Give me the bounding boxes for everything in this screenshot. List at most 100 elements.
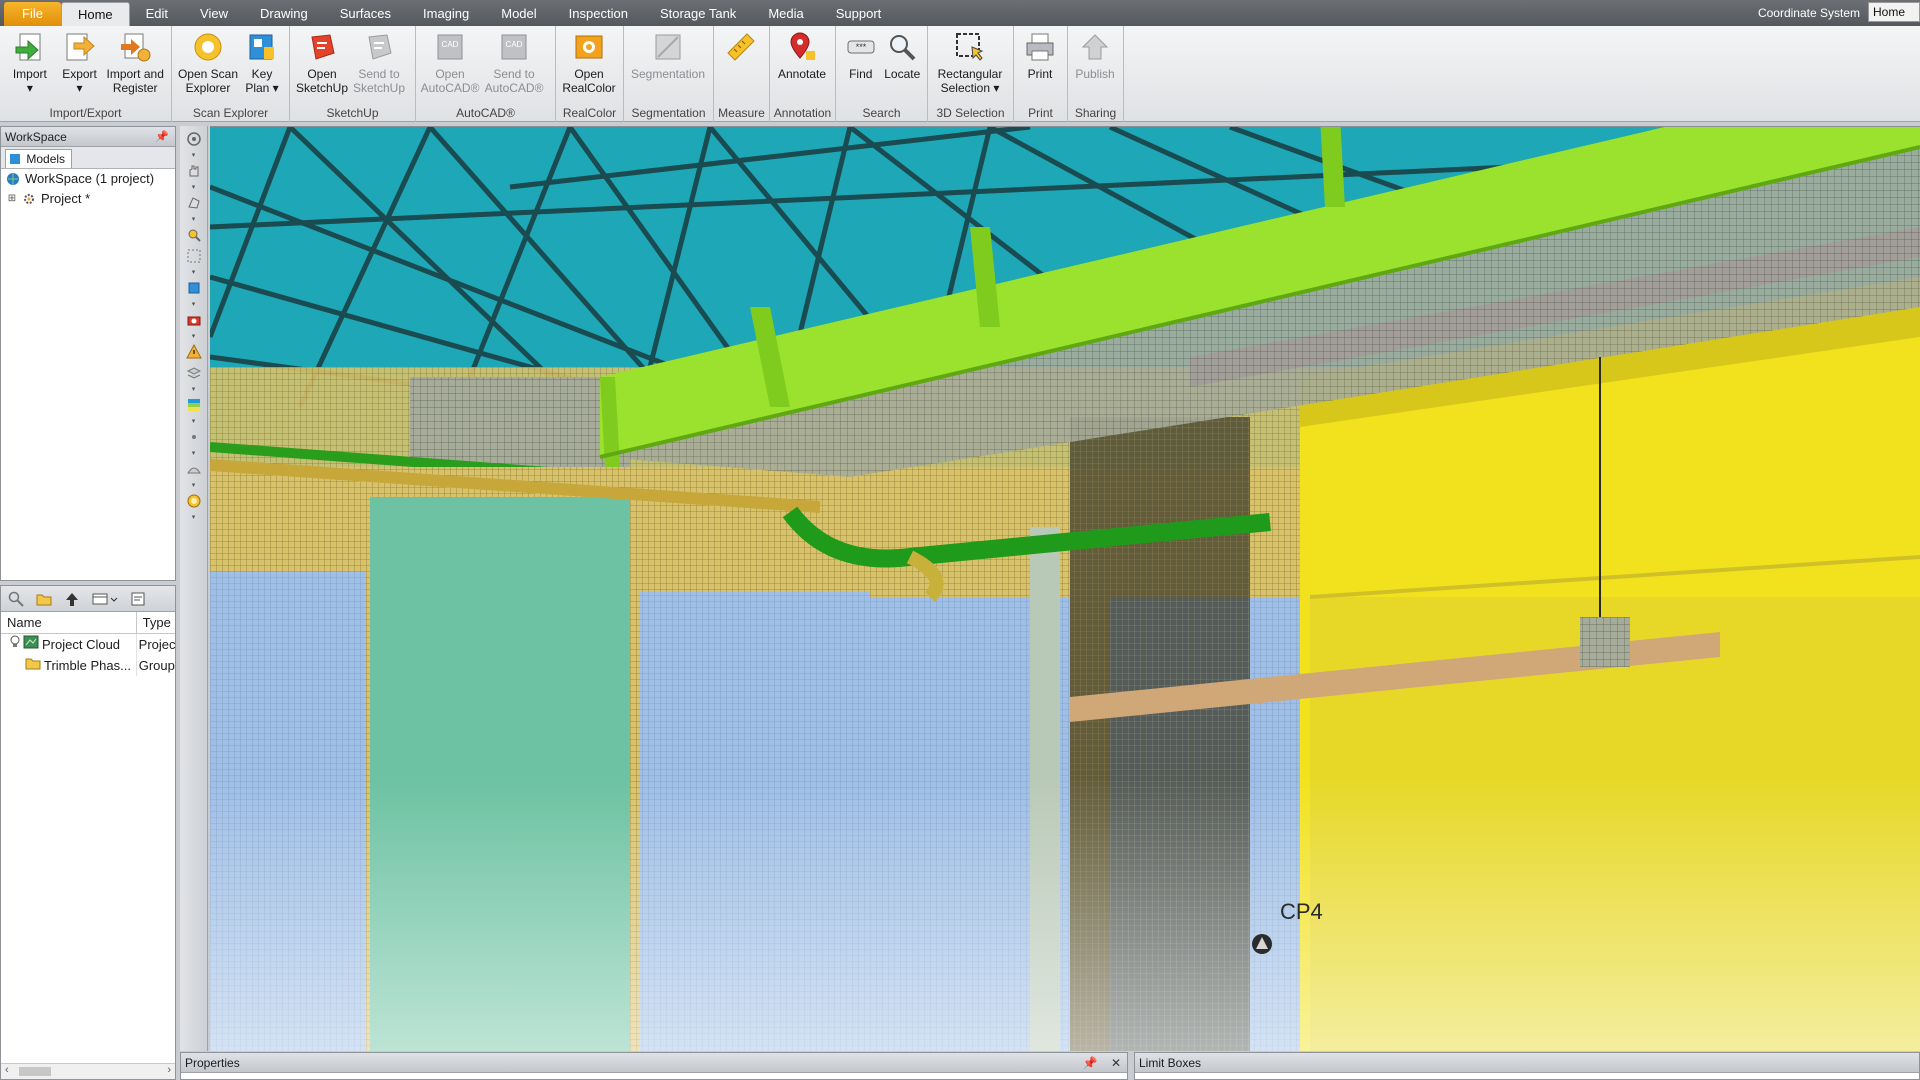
lightbulb-icon[interactable] bbox=[9, 634, 21, 655]
rectangular-selection-button[interactable]: Rectangular Selection ▾ bbox=[932, 30, 1008, 95]
print-button[interactable]: Print bbox=[1018, 30, 1062, 81]
segmentation-button[interactable]: Segmentation bbox=[628, 30, 708, 81]
horizontal-scrollbar[interactable]: ‹ › bbox=[1, 1063, 175, 1079]
tree-item-workspace[interactable]: WorkSpace (1 project) bbox=[1, 169, 175, 189]
search-icon[interactable] bbox=[7, 590, 25, 608]
tab-inspection[interactable]: Inspection bbox=[553, 2, 644, 26]
tree-item-project[interactable]: ⊞ Project * bbox=[1, 189, 175, 209]
row-name-trimble-phase: Trimble Phas... bbox=[44, 658, 131, 673]
new-folder-icon[interactable] bbox=[35, 590, 53, 608]
measure-button[interactable] bbox=[718, 30, 764, 67]
tab-model[interactable]: Model bbox=[485, 2, 552, 26]
tab-edit[interactable]: Edit bbox=[130, 2, 184, 26]
orbit-icon[interactable] bbox=[185, 130, 203, 148]
workspace-title: WorkSpace bbox=[5, 130, 67, 144]
separator-chevron-icon: ▾ bbox=[191, 333, 196, 340]
scroll-thumb[interactable] bbox=[19, 1067, 51, 1076]
layers-icon[interactable] bbox=[185, 364, 203, 382]
view-tool-strip: ▾ ▾ ▾ ▾ ▾ ▾ ▾ ▾ ▾ ▾ ▾ bbox=[180, 126, 208, 1051]
locate-button[interactable]: Locate bbox=[882, 30, 924, 81]
export-button[interactable]: Export ▾ bbox=[56, 30, 104, 95]
tab-support[interactable]: Support bbox=[820, 2, 898, 26]
scroll-right-icon[interactable]: › bbox=[167, 1064, 171, 1076]
annotate-button[interactable]: Annotate bbox=[774, 30, 830, 81]
coordinate-system-select[interactable]: Home bbox=[1868, 2, 1920, 22]
coordinate-system-label: Coordinate System bbox=[1757, 6, 1860, 20]
group-3d-selection: Rectangular Selection ▾ 3D Selection bbox=[928, 26, 1014, 122]
tab-models-label: Models bbox=[26, 152, 66, 166]
color-ramp-icon[interactable] bbox=[185, 396, 203, 414]
cube-view-icon[interactable] bbox=[185, 279, 203, 297]
import-label: Import bbox=[12, 67, 47, 81]
zoom-extents-icon[interactable] bbox=[185, 247, 203, 265]
pan-icon[interactable] bbox=[185, 162, 203, 180]
hand-icon[interactable] bbox=[185, 194, 203, 212]
svg-text:CAD: CAD bbox=[442, 40, 459, 49]
tab-file[interactable]: File bbox=[4, 2, 61, 26]
row-name-project-cloud: Project Cloud bbox=[42, 637, 121, 652]
zoom-icon[interactable] bbox=[185, 226, 203, 244]
control-point-label[interactable]: CP4 bbox=[1280, 899, 1323, 925]
tab-models[interactable]: Models bbox=[5, 149, 73, 168]
tab-drawing[interactable]: Drawing bbox=[244, 2, 324, 26]
tab-surfaces[interactable]: Surfaces bbox=[324, 2, 407, 26]
group-label-sharing: Sharing bbox=[1074, 106, 1117, 120]
tab-view[interactable]: View bbox=[184, 2, 244, 26]
tab-home[interactable]: Home bbox=[60, 2, 130, 26]
svg-text:***: *** bbox=[855, 42, 866, 52]
realcolor-icon bbox=[572, 30, 606, 64]
warning-icon[interactable] bbox=[185, 343, 203, 361]
open-realcolor-label-2: RealColor bbox=[562, 81, 616, 95]
camera-icon[interactable] bbox=[185, 311, 203, 329]
open-scan-explorer-button[interactable]: Open Scan Explorer bbox=[176, 30, 240, 95]
close-icon[interactable]: ✕ bbox=[1111, 1056, 1121, 1070]
scroll-left-icon[interactable]: ‹ bbox=[5, 1064, 9, 1076]
shade-icon[interactable] bbox=[185, 460, 203, 478]
publish-label: Publish bbox=[1075, 67, 1115, 81]
point-cloud-scene[interactable] bbox=[210, 127, 1920, 1051]
ribbon: Import ▾ Export ▾ Import and Register Im… bbox=[0, 26, 1920, 122]
import-register-label-1: Import and bbox=[106, 67, 164, 81]
tab-storage-tank[interactable]: Storage Tank bbox=[644, 2, 752, 26]
find-button[interactable]: *** Find bbox=[840, 30, 882, 81]
column-header-name[interactable]: Name bbox=[1, 612, 136, 633]
project-panel: Name Type Project Cloud Project Trimble … bbox=[0, 585, 176, 1080]
publish-button[interactable]: Publish bbox=[1072, 30, 1118, 81]
open-autocad-button[interactable]: CAD Open AutoCAD® bbox=[420, 30, 480, 95]
send-to-sketchup-button[interactable]: Send to SketchUp bbox=[350, 30, 408, 95]
pin-icon[interactable]: 📌 bbox=[155, 127, 169, 147]
project-column-headers: Name Type bbox=[1, 612, 175, 634]
properties-icon[interactable] bbox=[129, 590, 147, 608]
send-autocad-label-2: AutoCAD® bbox=[484, 81, 544, 95]
key-plan-icon bbox=[245, 30, 279, 64]
column-header-type[interactable]: Type bbox=[135, 612, 175, 633]
limit-boxes-panel: Limit Boxes bbox=[1134, 1052, 1920, 1080]
group-label-import-export: Import/Export bbox=[49, 106, 122, 120]
tab-imaging[interactable]: Imaging bbox=[407, 2, 485, 26]
pin-icon[interactable]: 📌 bbox=[1083, 1056, 1098, 1070]
open-realcolor-button[interactable]: Open RealColor bbox=[560, 30, 618, 95]
table-row[interactable]: Project Cloud Project bbox=[1, 634, 175, 655]
send-to-autocad-button[interactable]: CAD Send to AutoCAD® bbox=[480, 30, 548, 95]
point-cloud-icon bbox=[23, 634, 39, 655]
properties-controls: 📌 ✕ bbox=[1083, 1053, 1121, 1073]
open-sketchup-button[interactable]: Open SketchUp bbox=[294, 30, 350, 95]
annotate-icon bbox=[785, 30, 819, 64]
import-register-button[interactable]: Import and Register bbox=[103, 30, 167, 95]
import-button[interactable]: Import ▾ bbox=[4, 30, 56, 95]
tree-item-workspace-label: WorkSpace (1 project) bbox=[25, 171, 155, 186]
table-row[interactable]: Trimble Phas... Group bbox=[1, 655, 175, 676]
viewport-3d[interactable]: CP4 bbox=[210, 126, 1920, 1051]
view-options-icon[interactable] bbox=[91, 590, 119, 608]
separator-chevron-icon: ▾ bbox=[191, 152, 196, 159]
point-size-icon[interactable] bbox=[185, 428, 203, 446]
limit-boxes-title: Limit Boxes bbox=[1139, 1056, 1202, 1070]
arrow-up-icon[interactable] bbox=[63, 590, 81, 608]
open-autocad-label-2: AutoCAD® bbox=[420, 81, 480, 95]
expand-icon[interactable]: ⊞ bbox=[7, 191, 17, 207]
export-label: Export bbox=[62, 67, 97, 81]
sun-icon[interactable] bbox=[185, 492, 203, 510]
key-plan-button[interactable]: Key Plan ▾ bbox=[240, 30, 284, 95]
group-print: Print Print bbox=[1014, 26, 1068, 122]
tab-media[interactable]: Media bbox=[752, 2, 819, 26]
